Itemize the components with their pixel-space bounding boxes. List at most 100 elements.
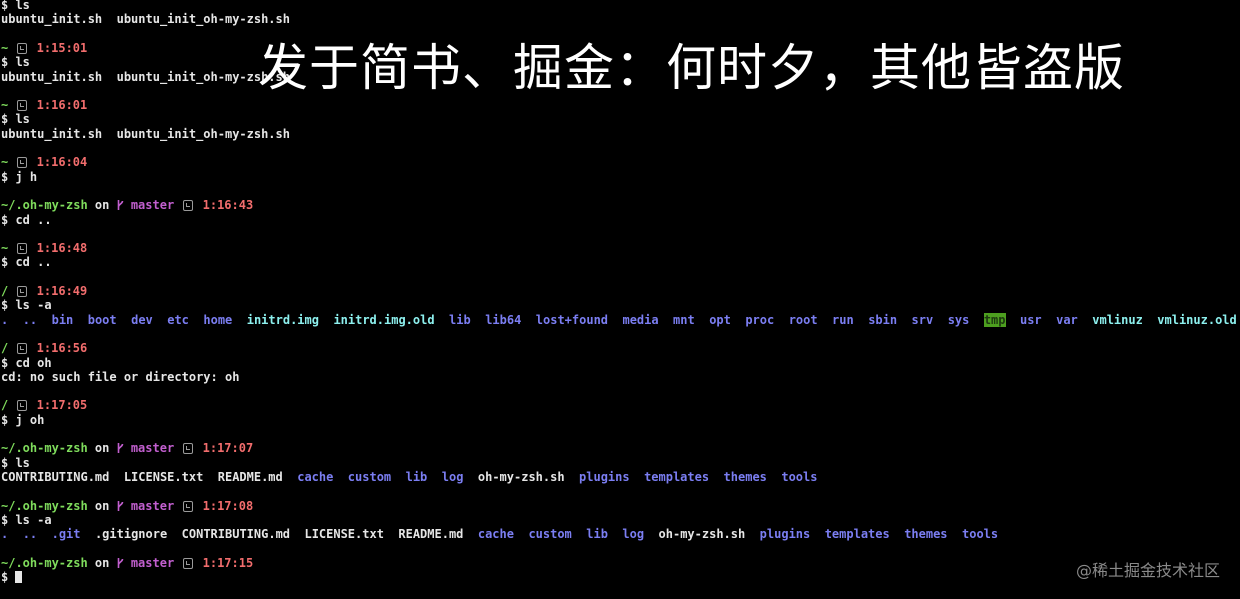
terminal-text: 1:16:04 (29, 155, 88, 170)
terminal-text: vmlinuz (1092, 312, 1143, 327)
terminal-text: ~/.oh-my-zsh (1, 555, 88, 570)
terminal-text: .gitignore CONTRIBUTING.md LICENSE.txt R… (80, 527, 478, 542)
terminal-text: on (87, 498, 117, 513)
terminal-text: ~ (1, 241, 16, 256)
clock-icon (15, 285, 29, 297)
terminal-line: $ j oh (1, 413, 44, 427)
terminal-line: . .. bin boot dev etc home initrd.img in… (1, 312, 1237, 327)
terminal-text: cache (477, 527, 514, 542)
terminal-line: ubuntu_init.sh ubuntu_init_oh-my-zsh.sh (1, 70, 290, 84)
git-branch-icon (117, 557, 124, 569)
terminal-text: themes (723, 469, 767, 484)
terminal-text: tools (781, 469, 818, 484)
terminal-text: CONTRIBUTING.md LICENSE.txt README.md (1, 469, 298, 484)
terminal-text: $ ls (1, 112, 30, 127)
terminal-text: proc (745, 312, 775, 327)
terminal-line: ubuntu_init.sh ubuntu_init_oh-my-zsh.sh (1, 12, 290, 26)
terminal-text: templates (824, 527, 890, 542)
terminal-text: / (1, 284, 16, 298)
terminal-line: $ ls (1, 112, 30, 126)
terminal-line: ~/.oh-my-zsh on master 1:17:15 (1, 556, 253, 570)
terminal-text: srv (911, 312, 934, 327)
git-branch-icon (117, 442, 124, 454)
terminal-line: / 1:16:49 (1, 284, 87, 298)
terminal-text: etc (167, 312, 189, 327)
terminal-text: 1:16:48 (29, 241, 88, 256)
terminal-text: opt (709, 312, 731, 327)
terminal-text: on (87, 555, 117, 570)
terminal-line: $ ls (1, 55, 30, 69)
terminal-text: initrd.img (246, 312, 319, 327)
terminal-text: lib (586, 527, 608, 542)
terminal-text: plugins (579, 469, 630, 484)
terminal-text: ubuntu_init.sh ubuntu_init_oh-my-zsh.sh (1, 12, 290, 27)
git-branch-icon (117, 500, 124, 512)
terminal-text: lib64 (485, 312, 522, 327)
terminal-text: $ ls (1, 55, 30, 70)
terminal-line: $ ls (1, 0, 30, 12)
terminal-text: usr (1019, 312, 1042, 327)
terminal-text: home (203, 312, 233, 327)
terminal-line: $ ls (1, 456, 30, 470)
terminal-line: $ cd .. (1, 213, 52, 227)
terminal-text: cache (297, 469, 334, 484)
terminal-text: .. (22, 527, 38, 542)
terminal-text: custom (347, 469, 392, 484)
terminal-line: ~/.oh-my-zsh on master 1:17:08 (1, 499, 253, 513)
terminal-text: ~/.oh-my-zsh (1, 198, 88, 213)
terminal-text: ubuntu_init.sh ubuntu_init_oh-my-zsh.sh (1, 126, 290, 141)
terminal-text: ~ (1, 155, 16, 170)
terminal-text: boot (87, 312, 117, 327)
terminal-text: ~/.oh-my-zsh (1, 498, 88, 513)
terminal-text: 1:17:05 (29, 398, 88, 413)
clock-icon (15, 242, 29, 255)
terminal-text: 1:16:01 (29, 98, 88, 113)
terminal-text: / (1, 341, 16, 356)
terminal-text: vmlinuz.old (1157, 312, 1237, 327)
clock-icon (15, 342, 29, 355)
terminal-line: ~ 1:16:04 (1, 155, 87, 169)
clock-icon (181, 557, 195, 569)
terminal-line: / 1:17:05 (1, 398, 87, 412)
terminal-text: $ ls -a (1, 512, 52, 527)
terminal-text: master (123, 441, 182, 456)
terminal-line: $ ls -a (1, 298, 52, 312)
terminal-text: lib (405, 469, 428, 484)
terminal-text: master (123, 198, 182, 213)
terminal-text: master (123, 498, 182, 513)
terminal-line: ~ 1:16:48 (1, 241, 87, 255)
terminal-text: root (788, 312, 818, 327)
terminal-text: oh-my-zsh.sh (463, 469, 580, 484)
terminal-text: $ ls (1, 455, 30, 470)
terminal-line: ~/.oh-my-zsh on master 1:17:07 (1, 441, 253, 455)
terminal-cursor (15, 571, 23, 583)
terminal-text: run (832, 312, 854, 327)
terminal-line: $ (1, 570, 23, 584)
terminal-text: log (441, 469, 464, 484)
terminal-text: dev (131, 312, 153, 327)
